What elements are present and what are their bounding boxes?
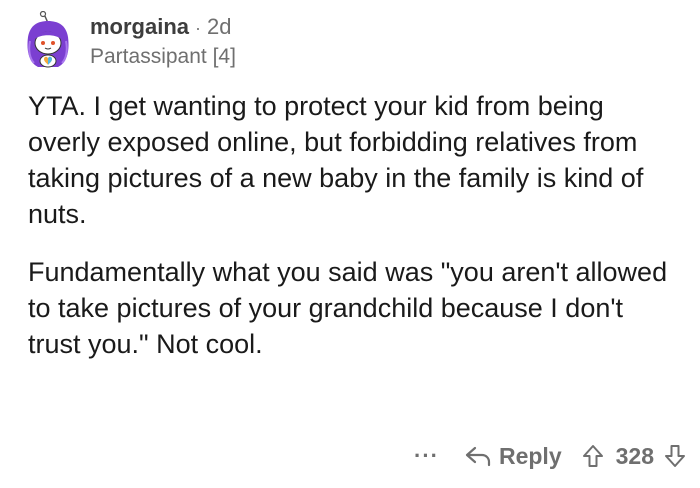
downvote-arrow-icon	[665, 445, 685, 467]
username[interactable]: morgaina	[90, 13, 189, 40]
upvote-arrow-icon	[582, 445, 603, 467]
avatar[interactable]	[18, 11, 78, 71]
more-options-button[interactable]: ···	[414, 443, 439, 469]
separator-dot: ·	[195, 17, 202, 38]
comment-age: 2d	[207, 13, 232, 39]
author-line: morgaina · 2d	[90, 13, 236, 42]
comment-body: YTA. I get wanting to protect your kid f…	[28, 88, 678, 384]
avatar-icon	[27, 11, 69, 68]
comment-paragraph: Fundamentally what you said was "you are…	[28, 257, 668, 359]
author-block: morgaina · 2d Partassipant [4]	[90, 13, 236, 70]
reply-label: Reply	[498, 442, 562, 469]
reply-button[interactable]: Reply	[465, 443, 562, 470]
user-flair: Partassipant [4]	[90, 44, 236, 68]
vote-score: 328	[615, 442, 654, 469]
comment-paragraph: YTA. I get wanting to protect your kid f…	[28, 91, 644, 229]
reply-arrow-icon	[465, 446, 491, 467]
upvote-button[interactable]	[582, 444, 604, 468]
comment-actions: ··· Reply 328	[414, 436, 686, 476]
downvote-button[interactable]	[664, 444, 686, 468]
comment-header: morgaina · 2d Partassipant [4]	[18, 8, 236, 74]
